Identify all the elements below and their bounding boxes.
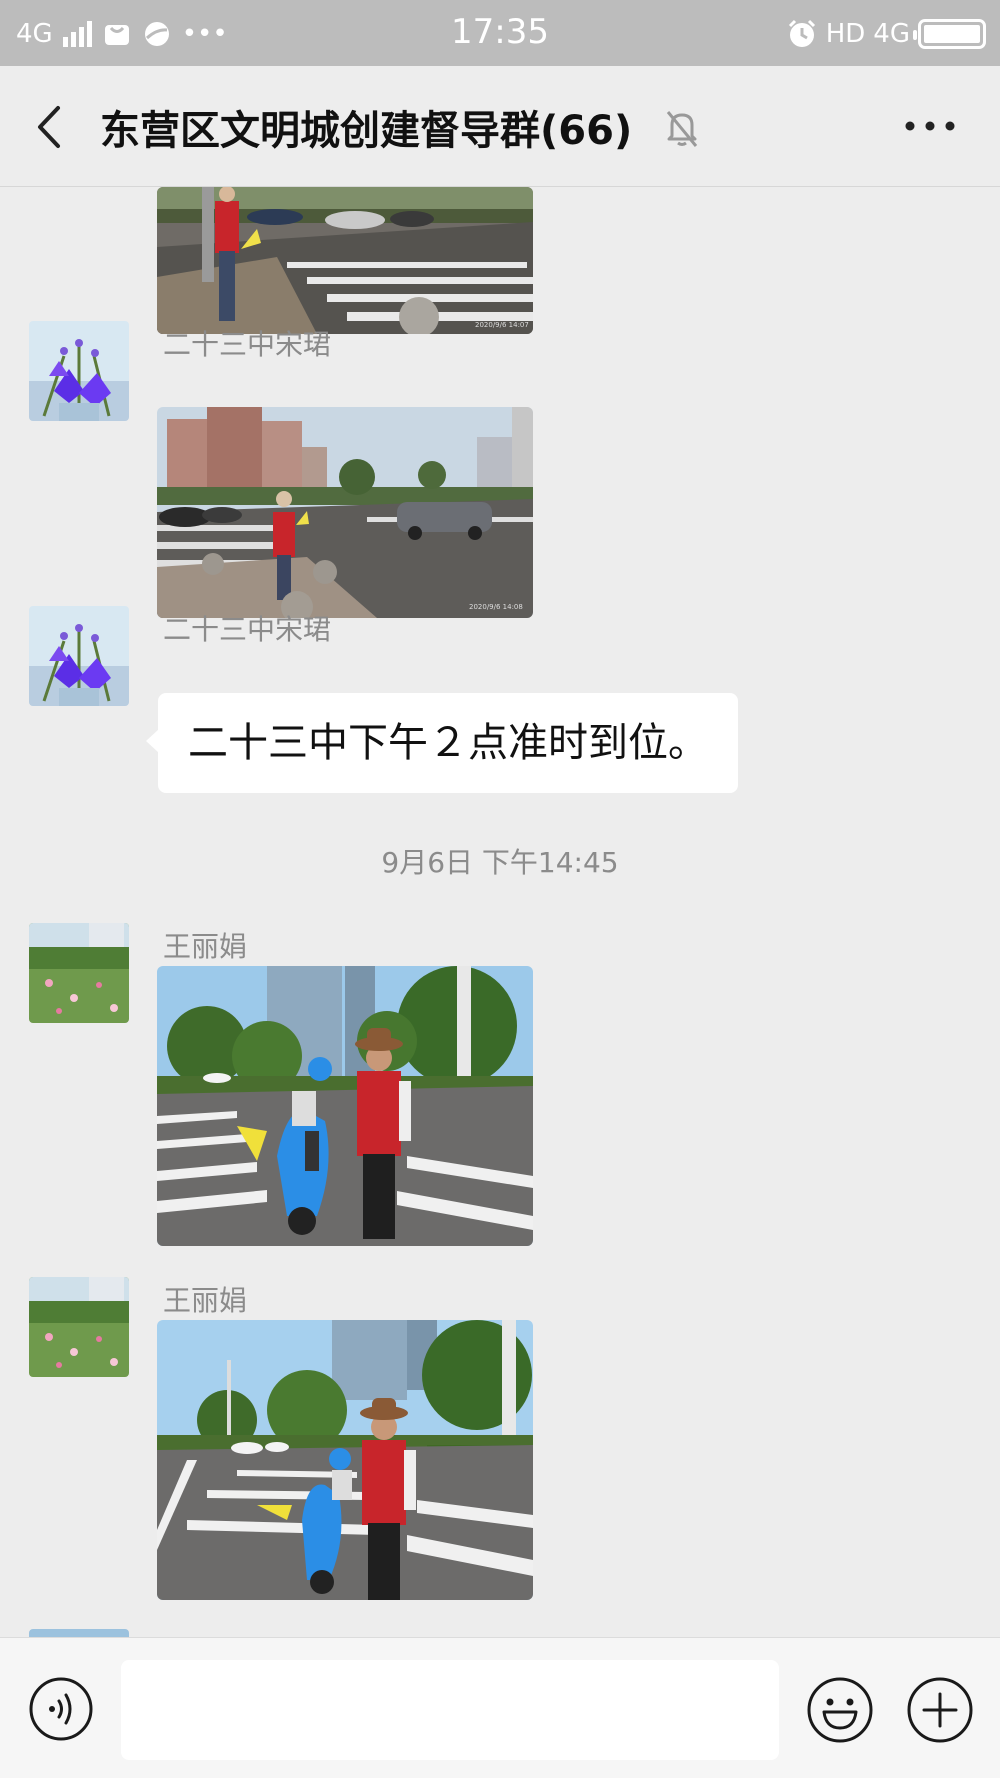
avatar[interactable] xyxy=(29,923,129,1023)
flower-avatar-image xyxy=(29,321,129,421)
battery-icon xyxy=(913,19,986,49)
photo-stamp: 2020/9/6 14:08 xyxy=(469,603,523,611)
garden-avatar-image xyxy=(29,923,129,1023)
alarm-icon xyxy=(788,19,815,47)
message-bubble[interactable]: 二十三中下午２点准时到位。 xyxy=(146,693,738,793)
sender-name: 王丽娟 xyxy=(163,930,248,963)
flower-avatar-image xyxy=(29,606,129,706)
avatar[interactable] xyxy=(29,321,129,421)
message-image[interactable]: 2020/9/6 14:08 xyxy=(157,407,533,618)
network-label-right: 4G xyxy=(873,19,910,49)
title-bar: 东营区文明城创建督导群(66) xyxy=(0,66,1000,187)
message-image[interactable] xyxy=(157,966,533,1246)
hd-label: HD xyxy=(825,19,866,49)
chat-title: 东营区文明城创建督导群(66) xyxy=(100,108,633,154)
more-icon[interactable] xyxy=(900,106,960,146)
message-image[interactable] xyxy=(157,1320,533,1600)
message-input[interactable] xyxy=(121,1660,779,1760)
back-arrow-icon[interactable] xyxy=(30,102,70,152)
time-divider: 9月6日 下午14:45 xyxy=(381,846,619,879)
message-image[interactable]: 2020/9/6 14:07 xyxy=(157,187,533,334)
photo-stamp: 2020/9/6 14:07 xyxy=(475,321,529,329)
garden-avatar-image xyxy=(29,1277,129,1377)
mute-bell-icon xyxy=(666,111,698,147)
sender-name: 二十三中宋珺 xyxy=(163,328,332,361)
avatar[interactable] xyxy=(29,606,129,706)
message-list[interactable]: 2020/9/6 14:07 二十三中宋珺 2020/9/6 14:08 二十三… xyxy=(0,187,1000,1637)
plus-icon[interactable] xyxy=(906,1676,974,1744)
emoji-icon[interactable] xyxy=(806,1676,874,1744)
status-right: HD 4G xyxy=(786,14,986,54)
input-bar xyxy=(0,1637,1000,1778)
avatar[interactable] xyxy=(29,1629,129,1637)
sender-name: 王丽娟 xyxy=(163,1284,248,1317)
sender-name: 二十三中宋珺 xyxy=(163,613,332,646)
voice-icon[interactable] xyxy=(28,1676,94,1742)
avatar[interactable] xyxy=(29,1277,129,1377)
status-bar: 4G ••• 17:35 HD 4G xyxy=(0,0,1000,66)
